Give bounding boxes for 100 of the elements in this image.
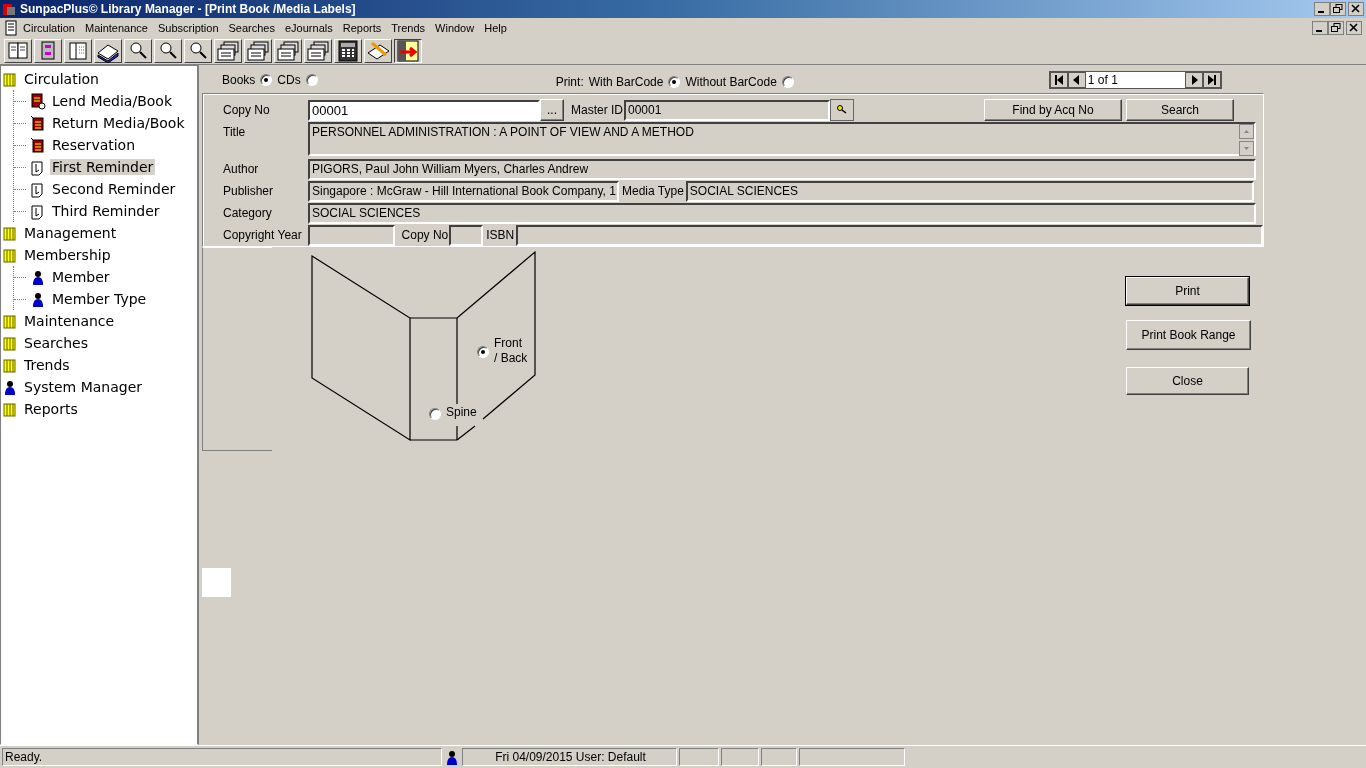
menu-item[interactable]: Window xyxy=(430,21,480,34)
menu-item[interactable]: Subscription xyxy=(152,21,224,34)
radio-button[interactable] xyxy=(668,76,681,88)
input-field[interactable]: 00001 xyxy=(308,99,540,121)
status-panel xyxy=(679,748,719,766)
open-book-icon[interactable] xyxy=(4,38,32,63)
browse-button[interactable]: ... xyxy=(540,99,564,121)
menu-item[interactable]: Trends xyxy=(386,21,431,34)
tree-item[interactable]: Trends xyxy=(22,357,72,373)
radio-button[interactable] xyxy=(305,74,318,86)
user-icon xyxy=(444,748,460,766)
calculator-icon[interactable] xyxy=(334,38,362,63)
record-counter: 1 of 1 xyxy=(1086,73,1119,87)
field-label: Title xyxy=(223,124,247,139)
tree-item[interactable]: Searches xyxy=(22,335,90,351)
status-text: Fri 04/09/2015 User: Default xyxy=(462,748,677,766)
action-button[interactable]: Print Book Range xyxy=(1126,320,1251,350)
blank-panel xyxy=(202,568,231,597)
field-label: ISBN xyxy=(486,228,515,242)
tree-item[interactable]: Member Type xyxy=(50,291,149,307)
text-field[interactable] xyxy=(449,224,484,246)
radio-label: With BarCode xyxy=(588,75,664,89)
search-icon[interactable] xyxy=(124,38,152,63)
stacked-books-icon[interactable] xyxy=(94,38,122,63)
tree-item[interactable]: Reports xyxy=(22,401,80,417)
status-panel xyxy=(761,748,797,766)
text-field[interactable]: SOCIAL SCIENCES xyxy=(308,202,1256,224)
books-icon xyxy=(2,246,18,264)
radio-button[interactable] xyxy=(260,74,273,86)
text-field[interactable]: Singapore : McGraw - Hill International Book Company, 1 xyxy=(308,180,619,202)
search-icon[interactable] xyxy=(154,38,182,63)
action-button[interactable]: Print xyxy=(1126,277,1249,305)
search-button[interactable]: Search xyxy=(1126,99,1234,121)
next-record-icon[interactable] xyxy=(1184,72,1203,88)
person-icon xyxy=(2,378,18,396)
pencil-note-icon[interactable] xyxy=(364,38,392,63)
radio-button[interactable] xyxy=(429,408,441,420)
books-icon xyxy=(2,312,18,330)
tree-item[interactable]: Third Reminder xyxy=(50,203,162,219)
radio-label: Books xyxy=(222,73,256,87)
menu-item[interactable]: Circulation xyxy=(18,21,80,34)
radio-label: CDs xyxy=(277,73,301,87)
restore-icon[interactable] xyxy=(1328,20,1344,35)
field-label: Copy No xyxy=(401,228,449,242)
tree-item[interactable]: Reservation xyxy=(50,137,138,153)
note-icon xyxy=(30,202,46,220)
action-button[interactable]: Close xyxy=(1126,367,1249,395)
documents-icon[interactable] xyxy=(274,38,302,63)
documents-icon[interactable] xyxy=(244,38,272,63)
radio-button[interactable] xyxy=(477,346,489,358)
field-label: Copy No xyxy=(223,103,271,117)
close-icon[interactable] xyxy=(1346,20,1362,35)
tree-item[interactable]: Circulation xyxy=(22,71,101,87)
menu-item[interactable]: Maintenance xyxy=(79,21,153,34)
tree-item[interactable]: Return Media/Book xyxy=(50,115,187,131)
text-field[interactable] xyxy=(516,224,1263,246)
radio-label: Without BarCode xyxy=(685,75,777,89)
cabinet-icon[interactable] xyxy=(34,38,62,63)
previous-record-icon[interactable] xyxy=(1067,72,1086,88)
field-label: Media Type xyxy=(622,184,684,198)
books-icon xyxy=(2,334,18,352)
menu-item[interactable]: Searches xyxy=(223,21,280,34)
find-button[interactable]: Find by Acq No xyxy=(984,99,1122,121)
note-icon xyxy=(30,180,46,198)
documents-icon[interactable] xyxy=(214,38,242,63)
print-label: Print: xyxy=(555,75,584,89)
tree-item[interactable]: Membership xyxy=(22,247,113,263)
minimize-icon[interactable] xyxy=(1314,2,1330,16)
menu-item[interactable]: eJournals xyxy=(280,21,338,34)
first-record-icon[interactable] xyxy=(1049,72,1068,88)
exit-arrow-icon[interactable] xyxy=(394,38,422,63)
tree-item[interactable]: Management xyxy=(22,225,119,241)
search-icon[interactable] xyxy=(184,38,212,63)
documents-icon[interactable] xyxy=(304,38,332,63)
radio-label: Front / Back xyxy=(494,336,528,366)
status-panel xyxy=(721,748,759,766)
tree-item[interactable]: Lend Media/Book xyxy=(50,93,174,109)
tree-item[interactable]: Member xyxy=(50,269,112,285)
book-icon[interactable] xyxy=(64,38,92,63)
last-record-icon[interactable] xyxy=(1202,72,1221,88)
person-icon xyxy=(30,268,46,286)
text-field[interactable]: SOCIAL SCIENCES xyxy=(685,180,1254,202)
text-field[interactable]: 00001 xyxy=(624,99,830,121)
menu-item[interactable]: Help xyxy=(479,21,512,34)
field-label: Author xyxy=(223,162,260,176)
radio-button[interactable] xyxy=(781,76,794,88)
tree-item[interactable]: First Reminder xyxy=(50,159,156,175)
tree-item[interactable]: Maintenance xyxy=(22,313,117,329)
app-logo-icon xyxy=(2,2,16,16)
document-icon xyxy=(4,19,18,36)
radio-label: Spine xyxy=(446,405,477,419)
menu-item[interactable]: Reports xyxy=(337,21,387,34)
text-field[interactable] xyxy=(308,224,395,246)
restore-icon[interactable] xyxy=(1330,2,1346,16)
close-icon[interactable] xyxy=(1348,2,1364,16)
text-field[interactable]: PIGORS, Paul John William Myers, Charles Andrew xyxy=(308,158,1256,180)
minimize-icon[interactable] xyxy=(1312,20,1328,35)
tree-item[interactable]: Second Reminder xyxy=(50,181,178,197)
field-label: Publisher xyxy=(223,184,275,198)
tree-item[interactable]: System Manager xyxy=(22,379,145,395)
